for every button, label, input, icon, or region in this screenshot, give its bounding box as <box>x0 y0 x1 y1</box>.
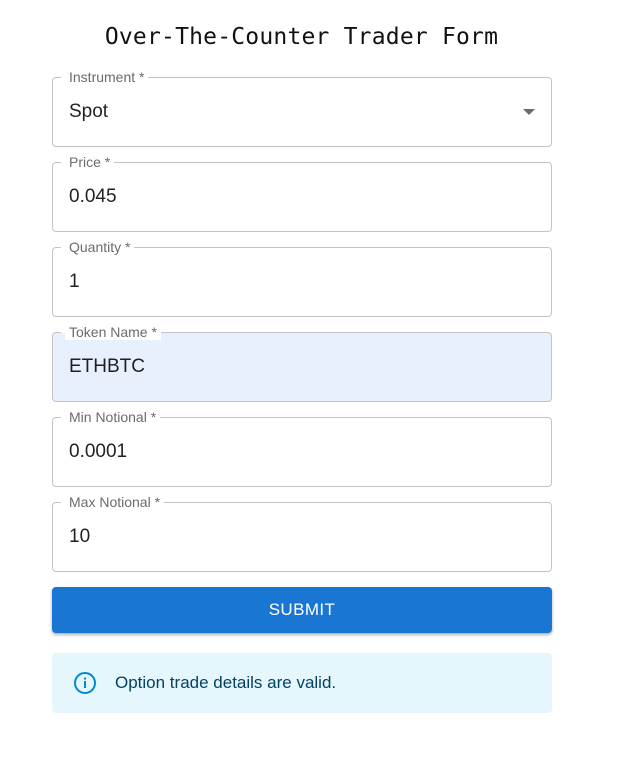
submit-button[interactable]: SUBMIT <box>52 587 552 633</box>
field-outline <box>52 502 552 572</box>
alert-message: Option trade details are valid. <box>115 673 337 692</box>
token-name-value[interactable]: ETHBTC <box>69 332 145 402</box>
page-title: Over-The-Counter Trader Form <box>104 24 499 50</box>
price-field[interactable]: Price * 0.045 <box>52 154 552 232</box>
max-notional-field[interactable]: Max Notional * 10 <box>52 494 552 572</box>
price-value[interactable]: 0.045 <box>69 162 117 232</box>
token-name-field[interactable]: Token Name * ETHBTC <box>52 324 552 402</box>
quantity-value[interactable]: 1 <box>69 247 80 317</box>
min-notional-value[interactable]: 0.0001 <box>69 417 127 487</box>
dropdown-arrow-icon[interactable] <box>523 109 535 115</box>
instrument-value: Spot <box>69 101 109 122</box>
max-notional-value[interactable]: 10 <box>69 502 90 572</box>
info-icon <box>74 672 96 694</box>
quantity-field[interactable]: Quantity * 1 <box>52 239 552 317</box>
info-alert: Option trade details are valid. <box>52 653 552 713</box>
field-outline <box>52 77 552 147</box>
instrument-select[interactable]: Instrument * Spot <box>52 69 552 147</box>
min-notional-field[interactable]: Min Notional * 0.0001 <box>52 409 552 487</box>
field-outline <box>52 247 552 317</box>
field-outline <box>52 162 552 232</box>
